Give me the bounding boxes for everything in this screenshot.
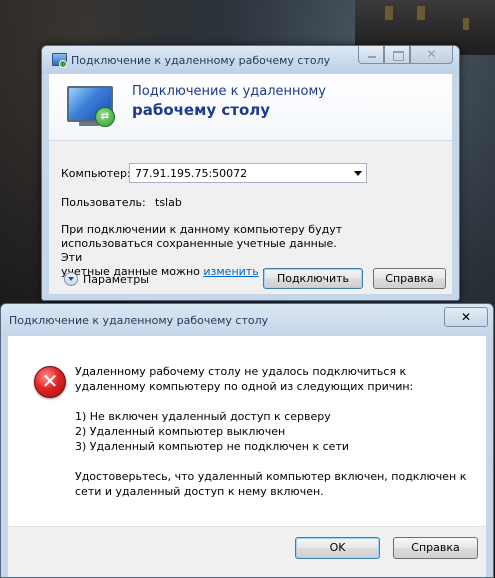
edit-credentials-link[interactable]: изменить (203, 265, 258, 278)
rdp-window: Подключение к удаленному рабочему столу … (41, 45, 460, 301)
info-line-2: использоваться сохраненные учетные данны… (61, 237, 337, 264)
computer-label: Компьютер: (61, 167, 131, 180)
remote-desktop-icon (52, 53, 67, 68)
connect-button[interactable]: Подключить (263, 268, 363, 289)
maximize-icon (393, 51, 404, 61)
banner-title-line1: Подключение к удаленному (132, 84, 326, 99)
rdp-help-button[interactable]: Справка (373, 268, 446, 289)
error-dialog-titlebar[interactable]: Подключение к удаленному рабочему столу … (1, 304, 493, 336)
banner-title-line2: рабочему столу (132, 101, 271, 119)
advice-line1: Удостоверьтесь, что удаленный компьютер … (75, 470, 467, 483)
error-dialog-footer: OK Справка (8, 526, 486, 577)
rdp-titlebar[interactable]: Подключение к удаленному рабочему столу … (42, 46, 459, 74)
minimize-button[interactable] (358, 46, 384, 64)
close-icon: ✕ (426, 47, 437, 61)
caption-buttons: ✕ (358, 46, 453, 64)
reason-item: 3) Удаленный компьютер не подключен к се… (75, 440, 349, 453)
close-button[interactable]: ✕ (410, 46, 453, 64)
info-line-1: При подключении к данному компьютеру буд… (61, 223, 343, 236)
reason-item: 1) Не включен удаленный доступ к серверу (75, 410, 331, 423)
dropdown-arrow-icon[interactable] (354, 171, 362, 176)
error-message-line1: Удаленному рабочему столу не удалось под… (75, 365, 407, 378)
close-icon: ✕ (460, 310, 472, 324)
minimize-icon (368, 56, 376, 58)
connection-arrows-icon: ⇄ (95, 107, 115, 127)
error-dialog: Подключение к удаленному рабочему столу … (0, 303, 494, 578)
maximize-button[interactable] (384, 46, 410, 64)
error-help-button[interactable]: Справка (393, 537, 478, 559)
reason-item: 2) Удаленный компьютер выключен (75, 425, 286, 438)
user-value: tslab (155, 196, 182, 209)
error-message-area: ✕ Удаленному рабочему столу не удалось п… (8, 336, 486, 526)
rdp-form: Компьютер: 77.91.195.75:50072 Пользовате… (49, 140, 452, 294)
rdp-window-title: Подключение к удаленному рабочему столу (71, 54, 331, 67)
computer-combobox[interactable]: 77.91.195.75:50072 (129, 163, 367, 183)
error-close-button[interactable]: ✕ (444, 307, 488, 327)
expand-options-icon[interactable] (64, 272, 78, 286)
options-label[interactable]: Параметры (83, 273, 149, 286)
ok-button[interactable]: OK (295, 537, 380, 559)
user-label: Пользователь: (61, 196, 146, 209)
advice-line2: сети и удаленный доступ к нему включен. (75, 485, 324, 498)
error-icon: ✕ (34, 366, 66, 398)
rdp-banner: ⇄ Подключение к удаленному рабочему стол… (49, 74, 452, 140)
computer-value[interactable]: 77.91.195.75:50072 (135, 167, 247, 180)
error-dialog-title: Подключение к удаленному рабочему столу (9, 314, 269, 327)
error-message-line2: удаленному компьютеру по одной из следую… (75, 380, 414, 393)
